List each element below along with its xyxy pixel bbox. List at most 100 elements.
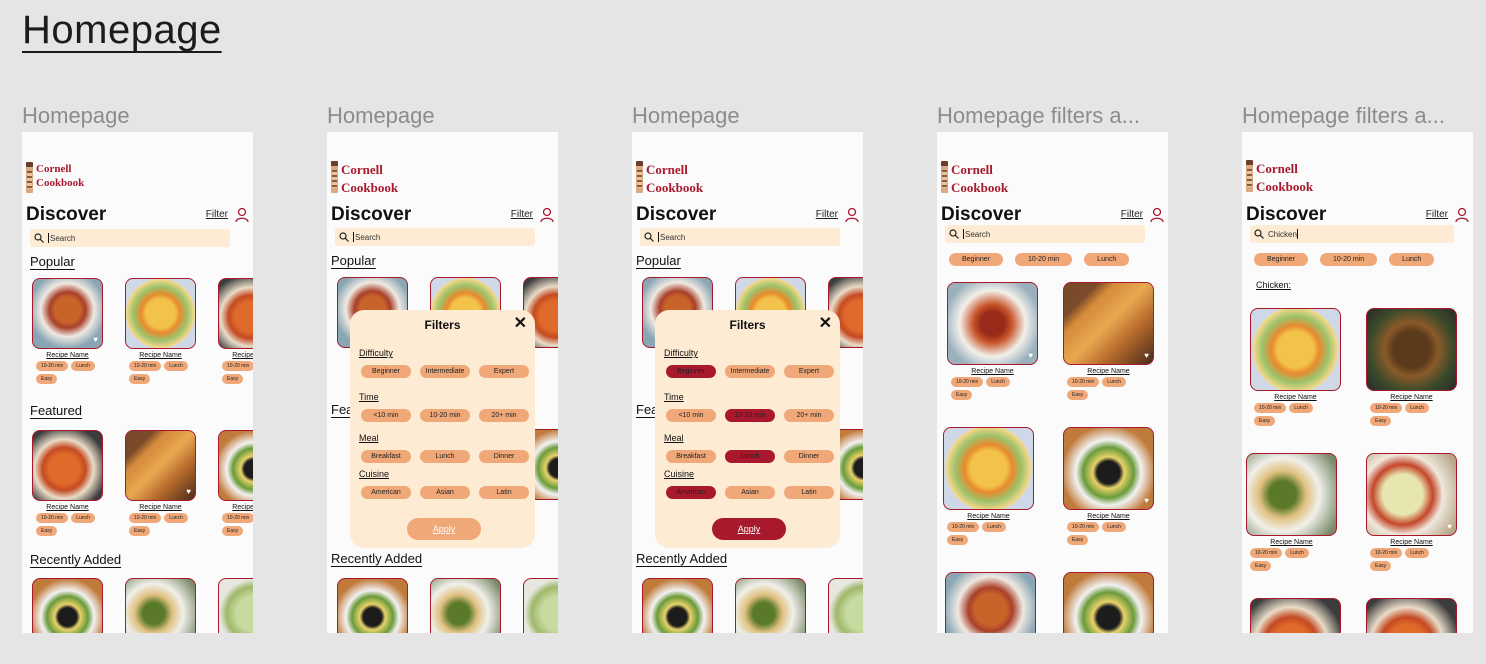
heart-icon[interactable]: ♥ xyxy=(93,335,98,344)
filter-chip-10-20[interactable]: 10-20 min xyxy=(420,409,470,422)
recipe-name[interactable]: Recipe Name xyxy=(1250,394,1341,401)
recipe-card[interactable] xyxy=(945,572,1036,633)
recipe-name[interactable]: Recipe Name xyxy=(947,368,1038,375)
user-icon[interactable] xyxy=(1455,207,1469,223)
recipe-card[interactable] xyxy=(735,578,806,633)
filter-chip-dinner[interactable]: Dinner xyxy=(784,450,834,463)
recipe-name[interactable]: Recipe Name xyxy=(1366,539,1457,546)
search-input[interactable]: Search xyxy=(640,228,840,246)
recipe-card[interactable] xyxy=(1250,598,1341,633)
recipe-card[interactable] xyxy=(125,578,196,633)
heart-icon[interactable]: ♥ xyxy=(1144,496,1149,505)
recipe-card[interactable]: ♥ Recipe Name 10-20 min Lunch Easy xyxy=(1366,453,1457,571)
filter-chip-lt10[interactable]: <10 min xyxy=(666,409,716,422)
filter-chip-10-20[interactable]: 10-20 min xyxy=(725,409,775,422)
filter-link[interactable]: Filter xyxy=(1426,209,1448,220)
recipe-card[interactable] xyxy=(218,578,253,633)
recipe-card[interactable]: Recipe Name 10-20 min Lunch Easy xyxy=(1366,308,1457,426)
app-logo[interactable]: Cornell Cookbook xyxy=(1246,160,1313,196)
recipe-card[interactable]: ♥ Recipe Name 10-20 min Lunch Easy xyxy=(1063,282,1154,400)
recipe-card[interactable] xyxy=(642,578,713,633)
user-icon[interactable] xyxy=(1150,207,1164,223)
filter-chip-breakfast[interactable]: Breakfast xyxy=(361,450,411,463)
recipe-name[interactable]: Recipe Name xyxy=(218,352,253,359)
filter-chip-dinner[interactable]: Dinner xyxy=(479,450,529,463)
recipe-card[interactable]: ♥ Recipe Name 10-20 min Lunch Easy xyxy=(32,278,103,384)
filter-chip-lunch[interactable]: Lunch xyxy=(725,450,775,463)
recipe-name[interactable]: Recipe Name xyxy=(1246,539,1337,546)
recipe-name[interactable]: Recipe Name xyxy=(125,352,196,359)
app-logo[interactable]: Cornell Cookbook xyxy=(941,161,1008,197)
recipe-card[interactable] xyxy=(1063,572,1154,633)
filter-chip-asian[interactable]: Asian xyxy=(420,486,470,499)
recipe-name[interactable]: Recipe Name xyxy=(1366,394,1457,401)
filter-link[interactable]: Filter xyxy=(206,209,228,220)
heart-icon[interactable]: ♥ xyxy=(1144,351,1149,360)
filter-chip-beginner[interactable]: Beginner xyxy=(361,365,411,378)
filter-link[interactable]: Filter xyxy=(511,209,533,220)
filter-chip-lunch[interactable]: Lunch xyxy=(420,450,470,463)
filter-chip-asian[interactable]: Asian xyxy=(725,486,775,499)
filter-chip-20plus[interactable]: 20+ min xyxy=(479,409,529,422)
filter-chip-latin[interactable]: Latin xyxy=(784,486,834,499)
user-icon[interactable] xyxy=(845,207,859,223)
heart-icon[interactable]: ♥ xyxy=(186,487,191,496)
recipe-card[interactable] xyxy=(32,578,103,633)
recipe-card[interactable]: Recipe Name 10-20 min Lunch Easy xyxy=(1246,453,1337,571)
recipe-card[interactable]: ♥ Recipe Name 10-20 min Lunch Easy xyxy=(947,282,1038,400)
active-filter-pill[interactable]: Beginner xyxy=(1254,253,1309,266)
active-filter-pill[interactable]: Lunch xyxy=(1389,253,1435,266)
filter-chip-expert[interactable]: Expert xyxy=(479,365,529,378)
recipe-name[interactable]: Recipe Name xyxy=(943,513,1034,520)
recipe-name[interactable]: Recipe Name xyxy=(125,504,196,511)
search-input[interactable]: Search xyxy=(335,228,535,246)
recipe-card[interactable]: ♥ Recipe Name 10-20 min Lunch Easy xyxy=(1063,427,1154,545)
recipe-card[interactable] xyxy=(523,578,558,633)
user-icon[interactable] xyxy=(235,207,249,223)
heart-icon[interactable]: ♥ xyxy=(1447,522,1452,531)
recipe-card[interactable]: Recipe Name 10-20 min Lunch Easy xyxy=(943,427,1034,545)
filter-chip-intermediate[interactable]: Intermediate xyxy=(420,365,470,378)
filter-chip-breakfast[interactable]: Breakfast xyxy=(666,450,716,463)
app-logo[interactable]: Cornell Cookbook xyxy=(331,161,398,197)
recipe-card[interactable]: ♥ Recipe Name 10-20 min Lunch Easy xyxy=(125,430,196,536)
active-filter-pill[interactable]: Beginner xyxy=(949,253,1004,266)
recipe-card[interactable] xyxy=(430,578,501,633)
recipe-name[interactable]: Recipe Name xyxy=(32,504,103,511)
close-icon[interactable]: ✕ xyxy=(819,313,832,333)
app-logo[interactable]: Cornell Cookbook xyxy=(26,162,84,193)
filter-chip-beginner[interactable]: Beginner xyxy=(666,365,716,378)
active-filter-pill[interactable]: 10-20 min xyxy=(1015,253,1073,266)
filter-link[interactable]: Filter xyxy=(1121,209,1143,220)
recipe-card[interactable] xyxy=(337,578,408,633)
search-input[interactable]: Search xyxy=(30,229,230,247)
active-filter-pill[interactable]: 10-20 min xyxy=(1320,253,1378,266)
filter-link[interactable]: Filter xyxy=(816,209,838,220)
recipe-card[interactable]: Recipe Name 10-20 min Lunch Easy xyxy=(32,430,103,536)
apply-button[interactable]: Apply xyxy=(712,518,786,540)
apply-button[interactable]: Apply xyxy=(407,518,481,540)
user-icon[interactable] xyxy=(540,207,554,223)
app-logo[interactable]: Cornell Cookbook xyxy=(636,161,703,197)
search-input[interactable]: Search xyxy=(945,225,1145,243)
filter-chip-intermediate[interactable]: Intermediate xyxy=(725,365,775,378)
filter-chip-lt10[interactable]: <10 min xyxy=(361,409,411,422)
recipe-name[interactable]: Recipe Name xyxy=(32,352,103,359)
recipe-name[interactable]: Recipe Name xyxy=(1063,513,1154,520)
filter-chip-expert[interactable]: Expert xyxy=(784,365,834,378)
filter-chip-american[interactable]: American xyxy=(361,486,411,499)
recipe-card[interactable]: Recipe Name 10-20 min Lunch Easy xyxy=(1250,308,1341,426)
filter-chip-american[interactable]: American xyxy=(666,486,716,499)
active-filter-pill[interactable]: Lunch xyxy=(1084,253,1130,266)
recipe-card[interactable]: Recipe Name 10-20 min Easy xyxy=(218,430,253,536)
close-icon[interactable]: ✕ xyxy=(514,313,527,333)
recipe-name[interactable]: Recipe Name xyxy=(1063,368,1154,375)
recipe-card[interactable] xyxy=(828,578,863,633)
filter-chip-20plus[interactable]: 20+ min xyxy=(784,409,834,422)
filter-chip-latin[interactable]: Latin xyxy=(479,486,529,499)
heart-icon[interactable]: ♥ xyxy=(1028,351,1033,360)
recipe-card[interactable] xyxy=(1366,598,1457,633)
recipe-card[interactable]: Recipe Name 10-20 min Easy xyxy=(218,278,253,384)
search-input[interactable]: Chicken xyxy=(1250,225,1454,243)
recipe-card[interactable]: Recipe Name 10-20 min Lunch Easy xyxy=(125,278,196,384)
